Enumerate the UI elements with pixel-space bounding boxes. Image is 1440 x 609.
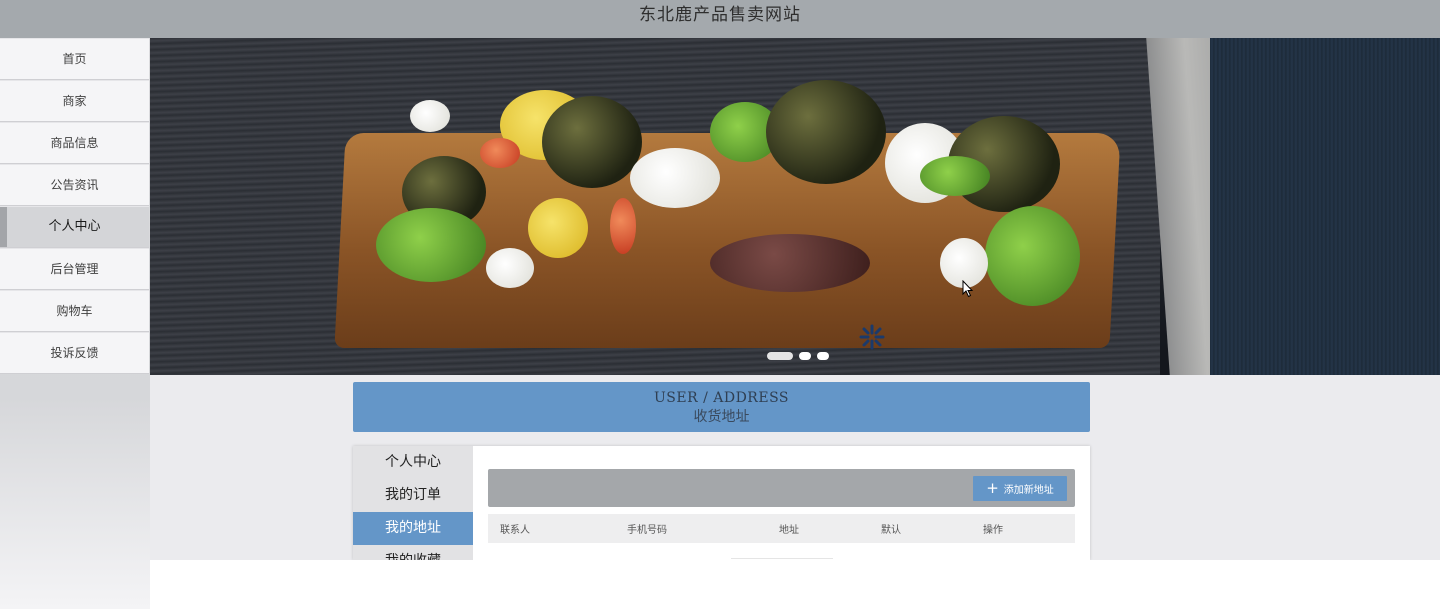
section-title-en: USER / ADDRESS (653, 390, 790, 406)
site-title: 东北鹿产品售卖网站 (639, 5, 801, 25)
address-toolbar: + 添加新地址 (488, 469, 1075, 507)
hero-carousel[interactable] (150, 38, 1440, 375)
site-header: 东北鹿产品售卖网站 (0, 0, 1440, 38)
banner-topping (528, 198, 588, 258)
address-panel: 个人中心 我的订单 我的地址 我的收藏 + 添加新地址 联系人 手机号码 地址 … (353, 446, 1090, 560)
column-header-address: 地址 (779, 525, 799, 536)
user-menu-address[interactable]: 我的地址 (353, 512, 473, 545)
banner-topping (486, 248, 534, 288)
column-header-phone: 手机号码 (627, 525, 667, 536)
mouse-cursor-icon (962, 280, 974, 298)
section-title-cn: 收货地址 (693, 409, 750, 425)
user-menu-profile[interactable]: 个人中心 (353, 446, 473, 479)
loading-spinner-icon (859, 324, 885, 350)
banner-topping (410, 100, 450, 132)
carousel-indicators (767, 352, 829, 360)
banner-topping (610, 198, 636, 254)
carousel-dot[interactable] (799, 352, 811, 360)
user-menu: 个人中心 我的订单 我的地址 我的收藏 (353, 446, 473, 560)
page-bottom-area (150, 560, 1440, 609)
column-header-actions: 操作 (983, 525, 1003, 536)
add-address-button[interactable]: + 添加新地址 (973, 476, 1067, 501)
banner-topping (542, 96, 642, 188)
carousel-dot[interactable] (817, 352, 829, 360)
sidebar-item-products[interactable]: 商品信息 (0, 122, 149, 164)
divider (731, 558, 833, 559)
banner-topping (630, 148, 720, 208)
user-menu-orders[interactable]: 我的订单 (353, 479, 473, 512)
sidebar: 首页 商家 商品信息 公告资讯 个人中心 后台管理 购物车 投诉反馈 (0, 38, 150, 609)
add-address-label: 添加新地址 (1003, 485, 1054, 496)
carousel-dot[interactable] (767, 352, 793, 360)
plus-icon: + (986, 479, 999, 497)
banner-topping (766, 80, 886, 184)
sidebar-item-admin[interactable]: 后台管理 (0, 248, 149, 290)
banner-topping (480, 138, 520, 168)
banner-topping (710, 234, 870, 292)
column-header-default: 默认 (881, 525, 901, 536)
banner-cloth (1210, 38, 1440, 375)
section-title-bar: USER / ADDRESS 收货地址 (353, 382, 1090, 432)
banner-topping (376, 208, 486, 282)
banner-topping (985, 206, 1080, 306)
user-menu-favorites[interactable]: 我的收藏 (353, 545, 473, 560)
sidebar-item-home[interactable]: 首页 (0, 38, 149, 80)
sidebar-item-profile[interactable]: 个人中心 (0, 206, 149, 248)
sidebar-item-merchants[interactable]: 商家 (0, 80, 149, 122)
sidebar-item-news[interactable]: 公告资讯 (0, 164, 149, 206)
column-header-contact: 联系人 (500, 525, 530, 536)
sidebar-item-feedback[interactable]: 投诉反馈 (0, 332, 149, 374)
sidebar-item-cart[interactable]: 购物车 (0, 290, 149, 332)
banner-topping (920, 156, 990, 196)
address-table-header: 联系人 手机号码 地址 默认 操作 (488, 514, 1075, 543)
sidebar-nav: 首页 商家 商品信息 公告资讯 个人中心 后台管理 购物车 投诉反馈 (0, 38, 149, 374)
